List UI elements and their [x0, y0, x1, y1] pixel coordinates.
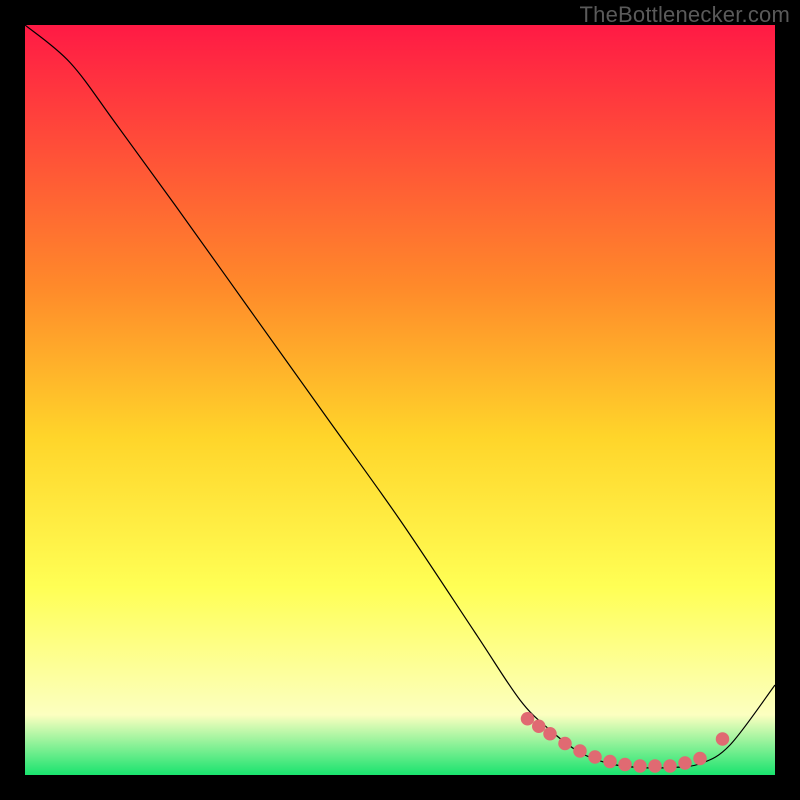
marker-dot	[588, 750, 602, 764]
gradient-background	[25, 25, 775, 775]
marker-dot	[521, 712, 535, 726]
marker-dot	[663, 759, 677, 773]
marker-dot	[573, 744, 587, 758]
marker-dot	[716, 732, 730, 746]
marker-dot	[633, 759, 647, 773]
marker-dot	[648, 759, 662, 773]
bottleneck-plot	[25, 25, 775, 775]
marker-dot	[532, 720, 546, 734]
chart-stage: TheBottlenecker.com	[0, 0, 800, 800]
marker-dot	[558, 737, 572, 751]
marker-dot	[693, 752, 707, 766]
marker-dot	[603, 755, 617, 769]
marker-dot	[618, 758, 632, 772]
watermark-text: TheBottlenecker.com	[580, 2, 790, 28]
marker-dot	[543, 727, 557, 741]
marker-dot	[678, 756, 692, 770]
